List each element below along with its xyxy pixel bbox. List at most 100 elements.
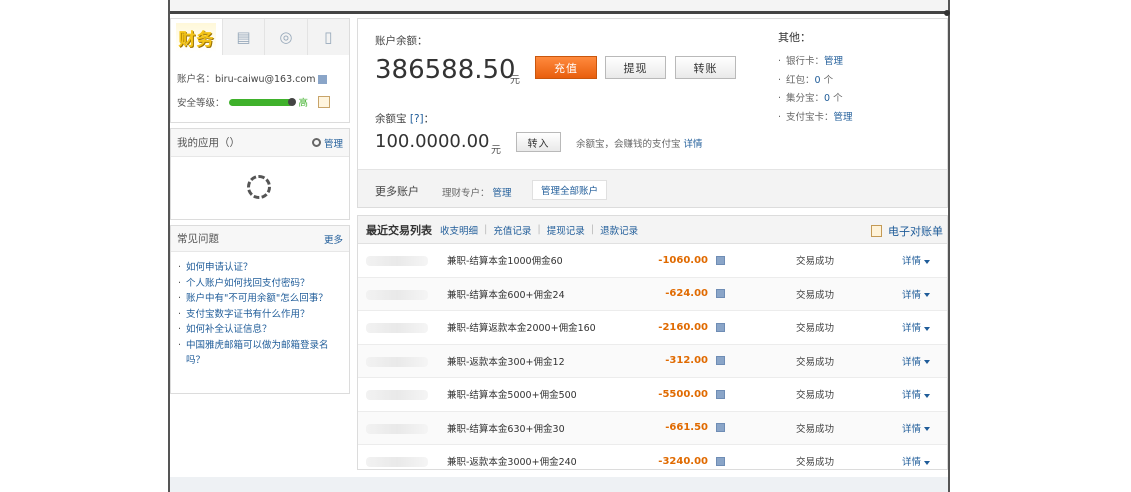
faq-item[interactable]: 中国雅虎邮箱可以做为邮箱登录名吗？ bbox=[177, 338, 343, 369]
e-statement-label: 电子对账单 bbox=[888, 225, 943, 238]
transactions-list: 兼职-结算本金1000佣金60 -1060.00 交易成功 详情 兼职-结算本金600… bbox=[358, 244, 947, 469]
yuebao-note-text: 余额宝，会赚钱的支付宝 bbox=[576, 139, 681, 150]
faq-item[interactable]: 账户中有"不可用余额"怎么回事？ bbox=[177, 291, 343, 307]
tab-insurance[interactable]: ◎ bbox=[264, 19, 307, 55]
yuebao-detail-link[interactable]: 详情 bbox=[684, 139, 703, 150]
transaction-info-icon[interactable] bbox=[716, 255, 725, 265]
transaction-info-icon[interactable] bbox=[716, 289, 725, 299]
detail-label: 详情 bbox=[902, 323, 922, 335]
faq-item[interactable]: 支付宝数字证书有什么作用？ bbox=[177, 307, 343, 323]
transaction-name[interactable]: 兼职-结算本金1000佣金60 bbox=[447, 253, 563, 267]
alipay-card-manage-link[interactable]: 管理 bbox=[834, 112, 853, 123]
recharge-button[interactable]: 充值 bbox=[535, 56, 597, 79]
account-card-icon[interactable] bbox=[318, 75, 328, 84]
account-email: biru-caiwu@163.com bbox=[215, 74, 316, 85]
transaction-info-icon[interactable] bbox=[716, 356, 725, 366]
yuebao-help-link[interactable]: [?] bbox=[410, 113, 424, 125]
security-label: 安全等级： bbox=[177, 98, 225, 109]
chevron-down-icon bbox=[924, 326, 931, 331]
transaction-row: 兼职-结算本金5000+佣金500 -5500.00 交易成功 详情 bbox=[358, 378, 947, 412]
transfer-button[interactable]: 转账 bbox=[675, 56, 736, 79]
transaction-row: 兼职-结算本金630+佣金30 -661.50 交易成功 详情 bbox=[358, 411, 947, 445]
transaction-status: 交易成功 bbox=[796, 289, 835, 301]
faq-item[interactable]: 如何补全认证信息？ bbox=[177, 322, 343, 338]
points-label: 集分宝： bbox=[786, 93, 825, 104]
transaction-row: 兼职-返款本金300+佣金12 -312.00 交易成功 详情 bbox=[358, 344, 947, 378]
account-name-row: 账户名：biru-caiwu@163.com bbox=[177, 71, 328, 85]
red-packet-suffix: 个 bbox=[820, 74, 834, 86]
faq-list: 如何申请认证？ 个人账户如何找回支付密码？ 账户中有"不可用余额"怎么回事？ 支… bbox=[171, 252, 349, 369]
transaction-name[interactable]: 兼职-返款本金300+佣金12 bbox=[447, 354, 565, 368]
top-border bbox=[168, 11, 948, 14]
tab-recharge-records[interactable]: 充值记录 bbox=[493, 223, 531, 237]
chevron-down-icon bbox=[924, 427, 931, 432]
faq-item[interactable]: 如何申请认证？ bbox=[177, 260, 343, 276]
transaction-detail-link[interactable]: 详情 bbox=[902, 421, 931, 435]
redacted-date bbox=[366, 289, 428, 300]
e-statement-link[interactable]: 电子对账单 bbox=[871, 223, 943, 239]
tab-mobile[interactable]: ▯ bbox=[306, 19, 349, 55]
yuebao-note: 余额宝，会赚钱的支付宝 详情 bbox=[576, 136, 703, 150]
detail-label: 详情 bbox=[902, 256, 922, 268]
redacted-date bbox=[366, 457, 428, 467]
transaction-info-icon[interactable] bbox=[716, 389, 725, 399]
transaction-detail-link[interactable]: 详情 bbox=[902, 387, 931, 401]
right-border bbox=[948, 0, 950, 492]
transaction-info-icon[interactable] bbox=[716, 423, 725, 433]
transaction-name[interactable]: 兼职-结算返款本金2000+佣金160 bbox=[447, 320, 596, 334]
points-suffix: 个 bbox=[830, 93, 843, 104]
my-apps-header: 我的应用（） 管理 bbox=[171, 129, 349, 157]
bank-card-manage-link[interactable]: 管理 bbox=[824, 56, 843, 67]
redacted-date bbox=[366, 356, 428, 367]
more-accounts-title: 更多账户 bbox=[375, 185, 419, 198]
others-title: 其他： bbox=[778, 31, 811, 44]
others-item-alipay-card: 支付宝卡：管理 bbox=[778, 109, 853, 128]
balance-unit: 元 bbox=[510, 75, 520, 86]
security-row: 安全等级： 高 bbox=[177, 95, 331, 109]
transaction-detail-link[interactable]: 详情 bbox=[902, 287, 931, 301]
transaction-status: 交易成功 bbox=[796, 390, 835, 402]
tab-finance[interactable]: 财务 bbox=[171, 19, 222, 55]
faq-panel: 常见问题 更多 如何申请认证？ 个人账户如何找回支付密码？ 账户中有"不可用余额… bbox=[170, 225, 350, 394]
manage-all-accounts-button[interactable]: 管理全部账户 bbox=[532, 180, 608, 200]
transaction-detail-link[interactable]: 详情 bbox=[902, 320, 931, 335]
wealth-account-manage-link[interactable]: 管理 bbox=[493, 188, 512, 199]
tab-refund-records[interactable]: 退款记录 bbox=[600, 223, 638, 237]
tab-withdraw-records[interactable]: 提现记录 bbox=[547, 223, 585, 237]
faq-item[interactable]: 个人账户如何找回支付密码？ bbox=[177, 276, 343, 292]
transaction-info-icon[interactable] bbox=[716, 322, 725, 332]
withdraw-button[interactable]: 提现 bbox=[605, 56, 666, 79]
transaction-detail-link[interactable]: 详情 bbox=[902, 253, 931, 268]
my-apps-manage-link[interactable]: 管理 bbox=[311, 136, 343, 150]
transaction-name[interactable]: 兼职-返款本金3000+佣金240 bbox=[447, 454, 577, 468]
transaction-detail-link[interactable]: 详情 bbox=[902, 354, 931, 368]
transaction-detail-link[interactable]: 详情 bbox=[902, 454, 931, 469]
transaction-name[interactable]: 兼职-结算本金600+佣金24 bbox=[447, 287, 565, 301]
transaction-amount: -624.00 bbox=[665, 288, 708, 300]
wealth-account-label: 理财专户： bbox=[442, 188, 490, 199]
balance-amount: 386588.50 bbox=[375, 55, 516, 85]
finance-logo: 财务 bbox=[176, 22, 217, 52]
transaction-info-icon[interactable] bbox=[716, 456, 725, 466]
my-apps-panel: 我的应用（） 管理 bbox=[170, 128, 350, 220]
transaction-name[interactable]: 兼职-结算本金630+佣金30 bbox=[447, 421, 565, 435]
transactions-title: 最近交易列表 bbox=[366, 223, 432, 237]
others-item-red-packet: 红包：0 个 bbox=[778, 72, 853, 91]
security-edit-icon[interactable] bbox=[318, 96, 331, 108]
my-apps-title: 我的应用（） bbox=[177, 137, 240, 149]
detail-label: 详情 bbox=[902, 289, 922, 301]
yuebao-transfer-in-button[interactable]: 转入 bbox=[516, 132, 561, 152]
transaction-name[interactable]: 兼职-结算本金5000+佣金500 bbox=[447, 387, 577, 401]
detail-label: 详情 bbox=[902, 423, 922, 435]
account-panel: 财务 ▤ ◎ ▯ 账户名：biru-caiwu@163.com 安全等级： 高 bbox=[170, 18, 350, 123]
tab-bill[interactable]: ▤ bbox=[221, 19, 265, 55]
main-content: 账户余额： 386588.50 元 充值 提现 转账 余额宝 [?]： 100.… bbox=[357, 18, 948, 470]
chevron-down-icon bbox=[924, 293, 931, 298]
chevron-down-icon bbox=[924, 259, 931, 264]
transaction-amount: -2160.00 bbox=[658, 321, 708, 333]
bank-card-label: 银行卡： bbox=[786, 56, 825, 67]
faq-more-link[interactable]: 更多 bbox=[324, 232, 343, 246]
tab-income-expense[interactable]: 收支明细 bbox=[440, 223, 478, 237]
detail-label: 详情 bbox=[902, 457, 922, 469]
transaction-amount: -312.00 bbox=[665, 355, 708, 367]
